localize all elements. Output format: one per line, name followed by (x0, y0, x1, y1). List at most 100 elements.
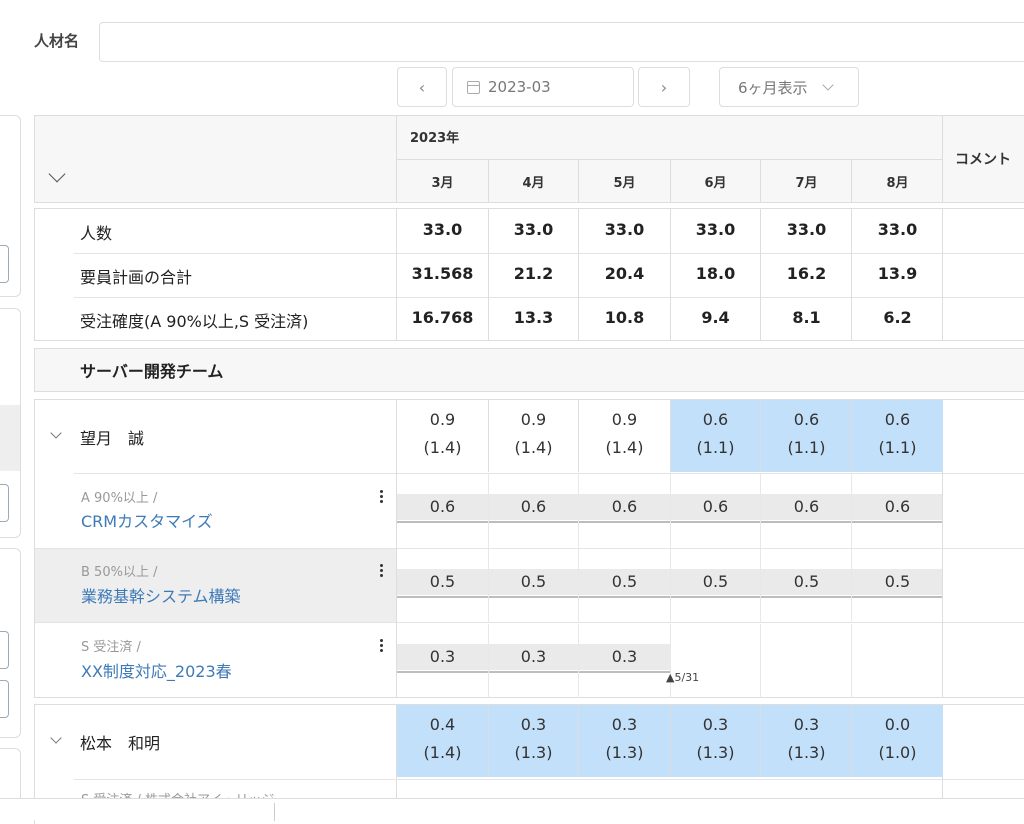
side-panel-button[interactable] (0, 245, 9, 283)
period-select[interactable]: 6ヶ月表示 (719, 67, 859, 107)
project-allocation-value: 0.6 (702, 497, 729, 516)
summary-value: 33.0 (513, 220, 554, 239)
more-vertical-icon[interactable] (380, 639, 384, 654)
month-header: 7月 (795, 176, 818, 191)
allocation-value: 0.9 (611, 410, 638, 429)
chevron-down-icon (821, 78, 834, 91)
allocation-cell[interactable]: 0.0 (1.0) (852, 705, 943, 777)
project-link[interactable]: CRMカスタマイズ (81, 508, 213, 532)
project-type: A 90%以上 / (81, 491, 158, 506)
date-value: 2023-03 (488, 78, 551, 96)
project-allocation-value: 0.5 (520, 572, 547, 591)
summary-value: 13.3 (513, 308, 554, 327)
summary-value: 33.0 (786, 220, 827, 239)
project-allocation-value: 0.5 (429, 572, 456, 591)
allocation-capacity: (1.1) (878, 438, 917, 457)
project-allocation-value: 0.5 (611, 572, 638, 591)
allocation-value: 0.6 (702, 410, 729, 429)
summary-value: 33.0 (695, 220, 736, 239)
allocation-value: 0.3 (793, 715, 820, 734)
allocation-value: 0.3 (611, 715, 638, 734)
person-name: 松本 和明 (80, 734, 161, 753)
allocation-capacity: (1.3) (514, 743, 553, 762)
allocation-value: 0.0 (884, 715, 911, 734)
allocation-capacity: (1.4) (605, 438, 644, 457)
summary-value: 20.4 (604, 264, 645, 283)
side-panel-button[interactable] (0, 680, 9, 718)
filter-label: 人材名 (34, 32, 80, 50)
allocation-capacity: (1.3) (605, 743, 644, 762)
allocation-cell[interactable]: 0.3 (1.3) (579, 705, 670, 777)
chevron-left-icon: ‹ (418, 77, 426, 97)
project-allocation-value: 0.3 (611, 647, 638, 666)
allocation-value: 0.3 (520, 715, 547, 734)
summary-value: 10.8 (604, 308, 645, 327)
more-vertical-icon[interactable] (380, 490, 384, 505)
month-header: 8月 (886, 176, 909, 191)
summary-value: 33.0 (604, 220, 645, 239)
side-panel-selected (0, 405, 20, 471)
allocation-cell[interactable]: 0.3 (1.3) (488, 705, 579, 777)
allocation-cell[interactable]: 0.3 (1.3) (761, 705, 852, 777)
prev-month-button[interactable]: ‹ (397, 67, 447, 107)
summary-value: 33.0 (422, 220, 463, 239)
calendar-icon (467, 80, 480, 94)
allocation-cell[interactable]: 0.9 (1.4) (397, 400, 488, 472)
summary-value: 16.768 (411, 308, 474, 327)
allocation-capacity: (1.1) (696, 438, 735, 457)
side-panel-button[interactable] (0, 631, 9, 669)
side-panel-button[interactable] (0, 484, 9, 522)
summary-value: 21.2 (513, 264, 554, 283)
project-link[interactable]: 業務基幹システム構築 (81, 583, 241, 607)
collapse-all-icon[interactable] (48, 168, 68, 188)
allocation-capacity: (1.4) (514, 438, 553, 457)
project-type-partial: S 受注済 / 株式会社アイ・リッジ (81, 789, 274, 798)
month-header: 6月 (704, 176, 727, 191)
date-picker[interactable]: 2023-03 (452, 67, 634, 107)
project-type: S 受注済 / (81, 640, 141, 655)
person-name-input[interactable] (99, 22, 1024, 62)
summary-value: 13.9 (877, 264, 918, 283)
summary-value: 6.2 (883, 308, 912, 327)
allocation-cell[interactable]: 0.4 (1.4) (397, 705, 488, 777)
allocation-cell[interactable]: 0.9 (1.4) (579, 400, 670, 472)
allocation-value: 0.6 (793, 410, 820, 429)
allocation-value: 0.6 (884, 410, 911, 429)
comment-header: コメント (955, 152, 1011, 168)
person-name: 望月 誠 (80, 429, 145, 448)
summary-label-plan-total: 要員計画の合計 (80, 268, 193, 287)
project-allocation-value: 0.5 (884, 572, 911, 591)
project-allocation-value: 0.5 (793, 572, 820, 591)
allocation-cell[interactable]: 0.6 (1.1) (852, 400, 943, 472)
next-month-button[interactable]: › (638, 67, 690, 107)
more-vertical-icon[interactable] (380, 564, 384, 579)
summary-value: 8.1 (792, 308, 821, 327)
month-header: 4月 (522, 176, 545, 191)
project-type: B 50%以上 / (81, 565, 158, 580)
year-header: 2023年 (410, 131, 460, 146)
allocation-cell[interactable]: 0.3 (1.3) (670, 705, 761, 777)
project-allocation-value: 0.6 (611, 497, 638, 516)
allocation-capacity: (1.1) (787, 438, 826, 457)
allocation-cell[interactable]: 0.6 (1.1) (761, 400, 852, 472)
summary-value: 16.2 (786, 264, 827, 283)
allocation-cell[interactable]: 0.9 (1.4) (488, 400, 579, 472)
team-name: サーバー開発チーム (80, 362, 224, 381)
chevron-right-icon: › (660, 77, 668, 97)
summary-value: 33.0 (877, 220, 918, 239)
allocation-cell[interactable]: 0.6 (1.1) (670, 400, 761, 472)
allocation-capacity: (1.4) (423, 438, 462, 457)
allocation-capacity: (1.0) (878, 743, 917, 762)
project-allocation-value: 0.6 (884, 497, 911, 516)
summary-label-order-prob: 受注確度(A 90%以上,S 受注済) (80, 312, 309, 331)
month-header: 5月 (613, 176, 636, 191)
project-allocation-value: 0.6 (793, 497, 820, 516)
allocation-capacity: (1.3) (787, 743, 826, 762)
project-link[interactable]: XX制度対応_2023春 (81, 658, 232, 682)
month-header: 3月 (431, 176, 454, 191)
project-allocation-value: 0.5 (702, 572, 729, 591)
bottom-bar (0, 798, 1024, 821)
project-allocation-value: 0.6 (520, 497, 547, 516)
summary-value: 31.568 (411, 264, 474, 283)
end-date-marker: ▲5/31 (666, 671, 700, 684)
